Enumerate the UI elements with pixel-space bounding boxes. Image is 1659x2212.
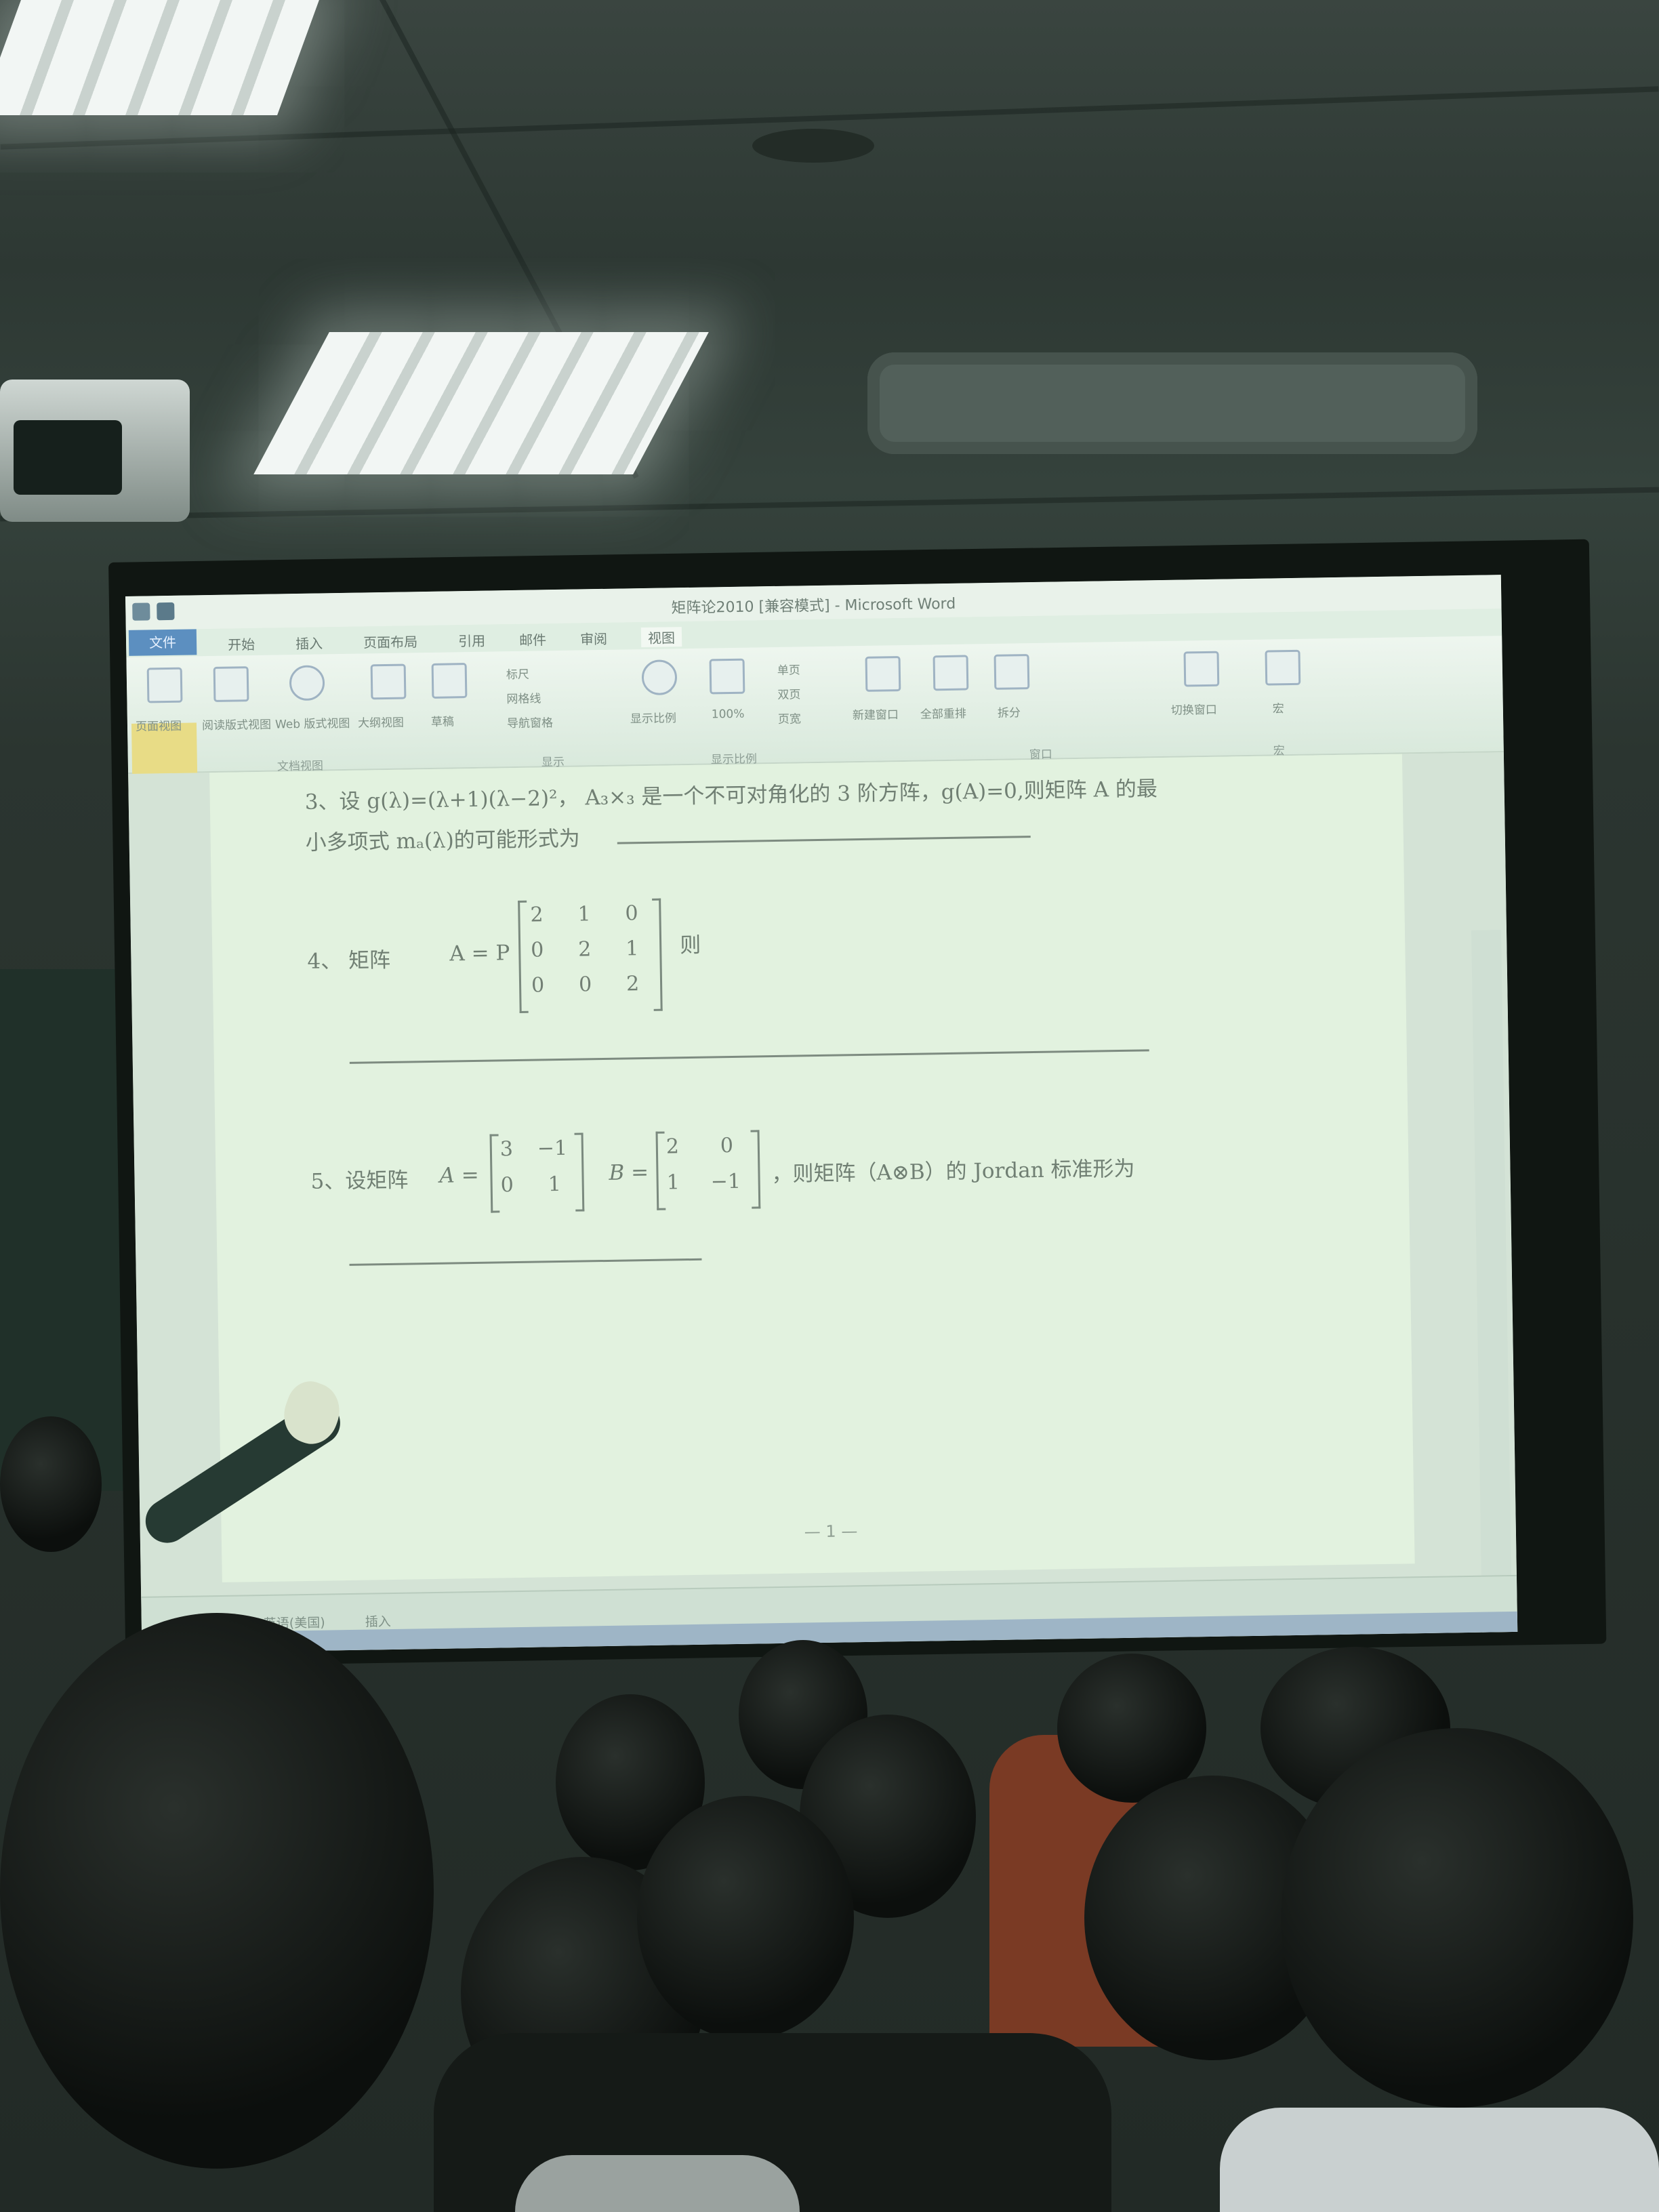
btn-arrange-all[interactable]: 全部重排 — [920, 704, 966, 722]
answer-blank-5[interactable] — [349, 1258, 702, 1266]
document-area: 3、设 g(λ)=(λ+1)(λ−2)²， A₃×₃ 是一个不可对角化的 3 阶… — [128, 752, 1517, 1654]
question-4-prefix: 4、 矩阵 — [307, 947, 391, 974]
answer-blank-4[interactable] — [349, 1049, 1149, 1064]
matrix-bracket-right — [750, 1130, 761, 1209]
q4-m-1-1: 2 — [577, 937, 592, 962]
ceiling-light — [0, 0, 319, 115]
q5-a-1-0: 0 — [500, 1173, 514, 1197]
matrix-bracket-right — [652, 898, 663, 1011]
file-tab[interactable]: 文件 — [128, 629, 197, 656]
q4-m-1-0: 0 — [531, 938, 544, 962]
question-5-prefix: 5、设矩阵 — [310, 1168, 409, 1194]
btn-macros[interactable]: 宏 — [1273, 699, 1284, 716]
outline-icon[interactable] — [370, 663, 407, 700]
matrix-bracket-left — [655, 1131, 666, 1210]
projector — [0, 380, 190, 522]
document-page[interactable]: 3、设 g(λ)=(λ+1)(λ−2)²， A₃×₃ 是一个不可对角化的 3 阶… — [209, 754, 1415, 1582]
status-insert-mode[interactable]: 插入 — [365, 1612, 391, 1631]
matrix-bracket-left — [518, 900, 529, 1013]
web-layout-icon[interactable] — [289, 665, 325, 701]
q4-m-0-1: 1 — [577, 902, 591, 926]
tab-review[interactable]: 审阅 — [580, 628, 607, 649]
btn-one-page[interactable]: 单页 — [777, 660, 800, 678]
new-window-icon[interactable] — [865, 656, 901, 692]
reading-layout-icon[interactable] — [213, 666, 249, 702]
q4-m-2-2: 2 — [626, 972, 640, 996]
tab-references[interactable]: 引用 — [458, 630, 485, 651]
btn-zoom-100[interactable]: 100% — [712, 708, 745, 722]
q4-m-2-1: 0 — [578, 972, 592, 997]
audience-head — [637, 1796, 854, 2040]
tab-view[interactable]: 视图 — [640, 627, 682, 648]
q5-b-0-0: 2 — [665, 1134, 680, 1159]
zoom-100-icon[interactable] — [709, 658, 745, 695]
print-layout-icon[interactable] — [146, 667, 183, 703]
ceiling-light — [253, 332, 709, 474]
chk-navigation-pane[interactable]: 导航窗格 — [507, 713, 553, 731]
switch-windows-icon[interactable] — [1183, 651, 1220, 687]
q5-b-0-1: 0 — [720, 1134, 734, 1158]
matrix-bracket-right — [574, 1132, 585, 1212]
audience-grey-shirt — [515, 2155, 800, 2212]
btn-draft[interactable]: 草稿 — [431, 712, 454, 729]
page-number: — 1 — — [804, 1521, 858, 1542]
q5-a-0-0: 3 — [499, 1137, 514, 1162]
arrange-all-icon[interactable] — [933, 655, 969, 691]
btn-two-pages[interactable]: 双页 — [777, 684, 800, 702]
audience-head — [1281, 1728, 1633, 2108]
ribbon: 页面视图 阅读版式视图 Web 版式视图 大纲视图 草稿 文档视图 标尺 网格线… — [126, 636, 1504, 824]
btn-page-width[interactable]: 页宽 — [778, 709, 801, 726]
split-icon[interactable] — [994, 654, 1030, 690]
draft-icon[interactable] — [431, 663, 468, 699]
btn-reading-layout[interactable]: 阅读版式视图 — [202, 715, 271, 733]
question-5-b-label: B = — [609, 1160, 649, 1185]
btn-new-window[interactable]: 新建窗口 — [853, 705, 899, 722]
presenter-head — [0, 1416, 102, 1552]
question-3-line-1: 3、设 g(λ)=(λ+1)(λ−2)²， A₃×₃ 是一个不可对角化的 3 阶… — [304, 777, 1158, 815]
question-4-lhs: A = P — [449, 941, 510, 966]
vertical-scrollbar[interactable] — [1471, 930, 1515, 1654]
chk-gridlines[interactable]: 网格线 — [506, 689, 541, 706]
q5-b-1-1: −1 — [710, 1169, 741, 1194]
q4-m-0-0: 2 — [530, 903, 544, 927]
q5-a-1-1: 1 — [548, 1172, 562, 1197]
question-5-suffix: ，则矩阵（A⊗B）的 Jordan 标准形为 — [771, 1156, 1135, 1187]
q4-m-1-2: 1 — [625, 937, 639, 961]
question-3-line-2: 小多项式 mₐ(λ)的可能形式为 — [305, 826, 581, 855]
tab-page-layout[interactable]: 页面布局 — [363, 631, 417, 651]
q5-b-1-0: 1 — [666, 1170, 680, 1195]
tab-home[interactable]: 开始 — [228, 634, 255, 654]
btn-switch-windows[interactable]: 切换窗口 — [1171, 700, 1217, 718]
q4-m-0-2: 0 — [625, 901, 638, 926]
projected-word-window: 矩阵论2010 [兼容模式] - Microsoft Word 开始 插入 页面… — [125, 575, 1518, 1654]
zoom-icon[interactable] — [641, 659, 678, 696]
btn-web-layout[interactable]: Web 版式视图 — [275, 714, 350, 732]
question-4-suffix: 则 — [679, 933, 701, 958]
btn-outline[interactable]: 大纲视图 — [358, 713, 404, 731]
audience-white-shirt — [1220, 2108, 1659, 2212]
q5-a-0-1: −1 — [537, 1136, 568, 1161]
air-vent — [867, 352, 1477, 454]
ceiling-seam — [0, 487, 1659, 522]
macros-icon[interactable] — [1265, 649, 1301, 686]
ceiling-speaker — [752, 129, 874, 163]
tab-mailings[interactable]: 邮件 — [519, 629, 546, 649]
question-5-a-label: A = — [439, 1162, 479, 1188]
answer-blank-3[interactable] — [617, 836, 1031, 844]
tab-insert[interactable]: 插入 — [295, 632, 323, 653]
matrix-bracket-left — [489, 1134, 500, 1213]
btn-print-layout[interactable]: 页面视图 — [136, 716, 182, 734]
btn-split[interactable]: 拆分 — [998, 703, 1021, 720]
audience-head-foreground — [0, 1613, 434, 2169]
chk-ruler[interactable]: 标尺 — [506, 665, 529, 682]
btn-zoom[interactable]: 显示比例 — [630, 708, 676, 726]
q4-m-2-0: 0 — [531, 973, 545, 998]
